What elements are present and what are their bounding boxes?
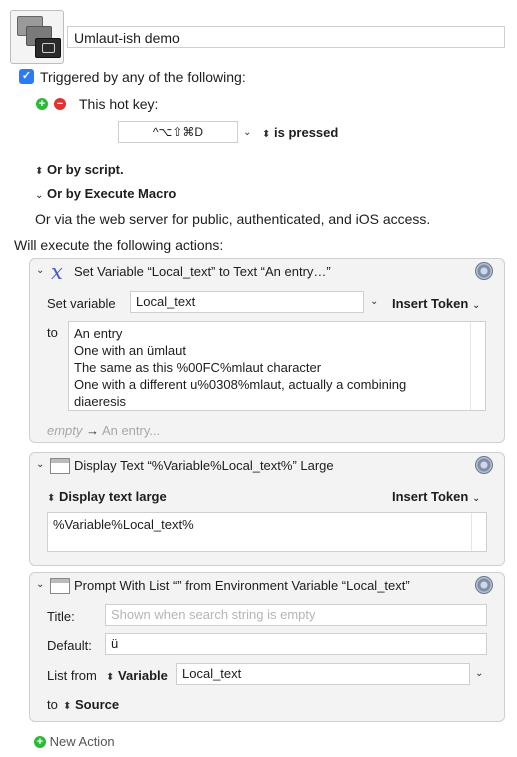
text-line: An entry: [74, 326, 123, 341]
or-by-execute-macro-label: Or by Execute Macro: [47, 186, 177, 201]
action-header[interactable]: ⌄ Prompt With List “” from Environment V…: [30, 573, 504, 600]
preview-empty: empty: [47, 423, 83, 438]
chevron-down-icon[interactable]: ⌄: [36, 265, 44, 276]
window-icon: [50, 578, 70, 594]
arrow-icon: →: [86, 423, 100, 438]
preview-text: An entry...: [101, 423, 161, 438]
scrollbar[interactable]: [470, 322, 485, 410]
or-by-script-label: Or by script.: [47, 162, 124, 177]
triggered-label: Triggered by any of the following:: [40, 69, 246, 85]
window-stack-icon-front: [35, 38, 61, 58]
list-source-type-popup[interactable]: ⬍ Variable: [106, 668, 168, 683]
chevron-down-icon: ⌄: [471, 493, 481, 504]
add-trigger-icon[interactable]: +: [36, 98, 48, 110]
add-action-icon: +: [34, 735, 46, 748]
action-header[interactable]: ⌄ x Set Variable “Local_text” to Text “A…: [30, 259, 504, 286]
or-by-execute-macro-toggle[interactable]: ⌄ Or by Execute Macro: [35, 186, 176, 201]
default-field[interactable]: ü: [105, 633, 487, 655]
destination-popup[interactable]: ⬍ Source: [63, 697, 119, 712]
text-line: The same as this %00FC%mlaut character: [74, 360, 322, 375]
result-preview: empty → An entry...: [47, 423, 160, 438]
updown-icon: ⬍: [63, 701, 72, 712]
variable-text-area[interactable]: An entry One with an ümlaut The same as …: [68, 321, 486, 411]
triggered-checkbox[interactable]: ✓: [19, 69, 34, 84]
destination-label: Source: [75, 697, 120, 712]
updown-icon: ⬍: [35, 166, 44, 177]
web-server-text: Or via the web server for public, authen…: [35, 211, 431, 227]
action-prompt-with-list: ⌄ Prompt With List “” from Environment V…: [29, 572, 505, 722]
display-text: %Variable%Local_text%: [53, 517, 194, 532]
updown-icon: ⬍: [106, 672, 115, 683]
variable-name-field[interactable]: Local_text: [130, 291, 364, 313]
new-action-button[interactable]: + New Action: [34, 733, 115, 749]
action-title: Prompt With List “” from Environment Var…: [74, 578, 410, 593]
display-text-area[interactable]: %Variable%Local_text%: [47, 512, 487, 552]
to-label: to: [47, 697, 58, 712]
hotkey-label: This hot key:: [79, 96, 159, 112]
updown-icon: ⬍: [262, 129, 271, 140]
macro-icon[interactable]: [10, 10, 64, 64]
insert-token-button[interactable]: Insert Token ⌄: [392, 296, 480, 311]
action-display-text: ⌄ Display Text “%Variable%Local_text%” L…: [29, 452, 505, 566]
hotkey-field[interactable]: ^⌥⇧⌘D: [118, 121, 238, 143]
insert-token-button[interactable]: Insert Token ⌄: [392, 489, 480, 504]
insert-token-label: Insert Token: [392, 296, 469, 311]
list-source-variable-field[interactable]: Local_text: [176, 663, 470, 685]
action-title: Display Text “%Variable%Local_text%” Lar…: [74, 458, 334, 473]
hotkey-state-popup[interactable]: ⬍ is pressed: [262, 125, 338, 140]
action-title: Set Variable “Local_text” to Text “An en…: [74, 264, 331, 279]
chevron-down-icon[interactable]: ⌄: [36, 579, 44, 590]
chevron-down-icon: ⌄: [35, 190, 44, 201]
gear-icon[interactable]: [475, 456, 493, 474]
list-source-chevron-down-icon[interactable]: ⌄: [475, 668, 483, 679]
gear-icon[interactable]: [475, 576, 493, 594]
actions-heading: Will execute the following actions:: [14, 237, 224, 253]
variable-chevron-down-icon[interactable]: ⌄: [370, 296, 378, 307]
window-icon: [50, 458, 70, 474]
remove-trigger-icon[interactable]: −: [54, 98, 66, 110]
text-line: One with a different u%0308%mlaut, actua…: [74, 377, 407, 392]
list-from-label: List from: [47, 668, 97, 683]
title-field[interactable]: Shown when search string is empty: [105, 604, 487, 626]
hotkey-chevron-down-icon[interactable]: ⌄: [243, 127, 251, 138]
action-header[interactable]: ⌄ Display Text “%Variable%Local_text%” L…: [30, 453, 504, 480]
title-label: Title:: [47, 609, 75, 624]
set-variable-label: Set variable: [47, 296, 116, 311]
updown-icon: ⬍: [47, 493, 56, 504]
default-label: Default:: [47, 638, 92, 653]
variable-x-icon: x: [51, 260, 63, 284]
macro-name-field[interactable]: Umlaut-ish demo: [67, 26, 505, 48]
action-set-variable: ⌄ x Set Variable “Local_text” to Text “A…: [29, 258, 505, 443]
insert-token-label: Insert Token: [392, 489, 469, 504]
scrollbar[interactable]: [471, 513, 486, 551]
text-line: One with an ümlaut: [74, 343, 187, 358]
hotkey-state-label: is pressed: [274, 125, 339, 140]
chevron-down-icon: ⌄: [471, 300, 481, 311]
display-mode-popup[interactable]: ⬍ Display text large: [47, 489, 167, 504]
text-line: diaeresis: [74, 394, 127, 409]
to-label: to: [47, 325, 58, 340]
chevron-down-icon[interactable]: ⌄: [36, 459, 44, 470]
display-mode-label: Display text large: [59, 489, 167, 504]
or-by-script-toggle[interactable]: ⬍ Or by script.: [35, 162, 124, 177]
gear-icon[interactable]: [475, 262, 493, 280]
new-action-label: New Action: [49, 734, 115, 750]
list-source-type-label: Variable: [118, 668, 168, 683]
